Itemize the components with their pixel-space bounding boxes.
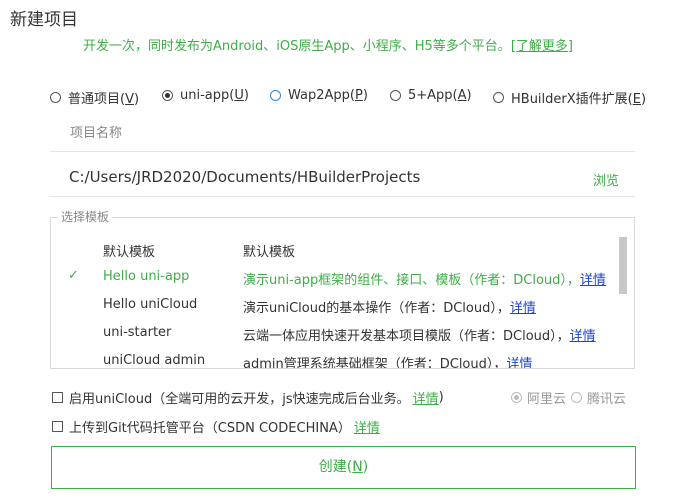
- template-detail-link[interactable]: 详情: [580, 273, 606, 288]
- radio-button-icon: [390, 90, 401, 101]
- dialog-subtitle: 开发一次，同时发布为Android、iOS原生App、小程序、H5等多个平台。[…: [83, 35, 573, 54]
- template-row-hello-unicloud[interactable]: Hello uniCloud 演示uniCloud的基本操作（作者：DCloud…: [51, 291, 619, 319]
- create-button[interactable]: 创建(N): [51, 446, 636, 489]
- template-name: Hello uniCloud: [103, 297, 198, 312]
- unicloud-detail-link[interactable]: 详情: [413, 388, 439, 407]
- upload-git-label: 上传到Git代码托管平台（CSDN CODECHINA）: [69, 420, 351, 436]
- checkbox-icon[interactable]: [52, 420, 63, 432]
- enable-unicloud-option[interactable]: 启用uniCloud（全端可用的云开发，js快速完成后台业务。 详情): [52, 388, 444, 407]
- template-row-hello-uni-app[interactable]: ✓ Hello uni-app 演示uni-app框架的组件、接口、模板（作者：…: [51, 263, 619, 291]
- cloud-provider-group: 阿里云 腾讯云: [511, 388, 626, 407]
- template-name: uniCloud admin: [103, 353, 206, 368]
- radio-normal-project[interactable]: 普通项目(V): [50, 88, 139, 107]
- provider-aliyun-label: 阿里云: [527, 392, 567, 407]
- radio-label: uni-app(U): [180, 88, 249, 103]
- radio-button-icon[interactable]: [571, 392, 583, 403]
- dialog-title: 新建项目: [10, 10, 78, 30]
- radio-uni-app[interactable]: uni-app(U): [162, 88, 249, 103]
- radio-5plus-app[interactable]: 5+App(A): [390, 88, 472, 103]
- project-path-value[interactable]: C:/Users/JRD2020/Documents/HBuilderProje…: [69, 168, 420, 186]
- provider-tencent-label: 腾讯云: [587, 392, 627, 407]
- template-detail-link[interactable]: 详情: [510, 301, 536, 316]
- enable-unicloud-label: 启用uniCloud（全端可用的云开发，js快速完成后台业务。: [69, 391, 410, 407]
- radio-label: 普通项目(V): [68, 92, 140, 107]
- git-detail-link[interactable]: 详情: [354, 417, 380, 436]
- radio-button-icon: [493, 92, 504, 103]
- radio-label: HBuilderX插件扩展(E): [511, 92, 647, 107]
- radio-button-selected-icon: [162, 90, 173, 101]
- radio-button-icon: [270, 90, 281, 101]
- radio-button-selected-icon[interactable]: [511, 392, 522, 403]
- template-name: 默认模板: [103, 245, 156, 260]
- template-desc: admin管理系统基础框架（作者：DCloud），详情: [243, 353, 532, 368]
- template-list[interactable]: 默认模板 默认模板 ✓ Hello uni-app 演示uni-app框架的组件…: [51, 228, 619, 368]
- template-desc: 云端一体应用快速开发基本项目模版（作者：DCloud），详情: [243, 329, 596, 344]
- template-desc: 默认模板: [243, 245, 296, 260]
- radio-hbuilderx-plugin[interactable]: HBuilderX插件扩展(E): [493, 88, 646, 107]
- check-icon: ✓: [68, 268, 79, 283]
- upload-git-option[interactable]: 上传到Git代码托管平台（CSDN CODECHINA） 详情: [52, 417, 380, 436]
- project-type-group: 普通项目(V) uni-app(U) Wap2App(P) 5+App(A) H…: [50, 88, 650, 107]
- project-name-input[interactable]: [50, 115, 635, 151]
- project-name-field: [50, 115, 635, 152]
- template-row-default[interactable]: 默认模板 默认模板: [51, 235, 619, 263]
- template-list-scrollbar[interactable]: [619, 237, 627, 294]
- radio-label: Wap2App(P): [288, 88, 368, 103]
- learn-more-link[interactable]: [了解更多]: [511, 39, 573, 54]
- template-row-uni-starter[interactable]: uni-starter 云端一体应用快速开发基本项目模版（作者：DCloud），…: [51, 319, 619, 347]
- template-name: Hello uni-app: [103, 269, 190, 284]
- checkbox-icon[interactable]: [52, 391, 63, 403]
- project-path-field[interactable]: C:/Users/JRD2020/Documents/HBuilderProje…: [50, 160, 635, 197]
- template-name: uni-starter: [103, 325, 172, 340]
- template-row-unicloud-admin[interactable]: uniCloud admin admin管理系统基础框架（作者：DCloud），…: [51, 347, 619, 368]
- unicloud-label-suffix: ): [438, 389, 444, 405]
- subtitle-text: 开发一次，同时发布为Android、iOS原生App、小程序、H5等多个平台。: [83, 39, 511, 54]
- template-group-legend: 选择模板: [58, 208, 113, 225]
- template-detail-link[interactable]: 详情: [570, 329, 596, 344]
- radio-wap2app[interactable]: Wap2App(P): [270, 88, 368, 103]
- template-detail-link[interactable]: 详情: [506, 357, 532, 368]
- template-desc: 演示uniCloud的基本操作（作者：DCloud），详情: [243, 301, 536, 316]
- radio-button-icon: [50, 92, 61, 103]
- template-desc: 演示uni-app框架的组件、接口、模板（作者：DCloud），详情: [243, 273, 606, 288]
- radio-label: 5+App(A): [408, 88, 472, 103]
- browse-button[interactable]: 浏览: [593, 170, 619, 189]
